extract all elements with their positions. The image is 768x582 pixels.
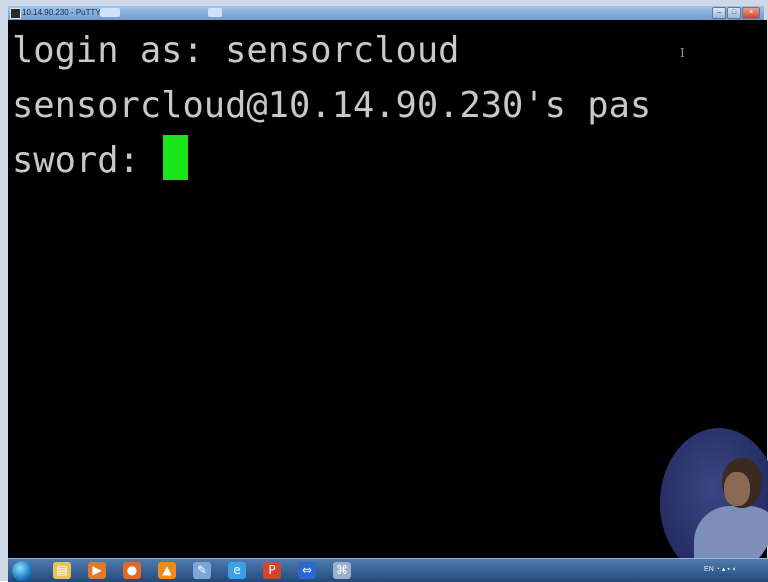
terminal-line: sword:	[12, 140, 162, 181]
firefox-icon[interactable]: ●	[123, 562, 141, 579]
presenter-face	[724, 472, 750, 506]
taskbar: ▤ ▶ ● ▲ ✎ e P ⇔ ⌘ EN ◔ ▴ ▪ ◖	[8, 558, 768, 582]
mouse-ibeam-cursor-icon: I	[680, 46, 685, 60]
terminal-line: sensorcloud@10.14.90.230's pas	[12, 85, 652, 126]
minimize-button[interactable]: –	[712, 7, 726, 19]
window-controls: – □ ×	[712, 7, 760, 19]
putty-app-icon	[10, 8, 21, 19]
teamviewer-icon[interactable]: ⇔	[298, 562, 316, 579]
titlebar-highlight	[100, 8, 120, 17]
close-button[interactable]: ×	[742, 7, 760, 19]
system-tray[interactable]: EN ◔ ▴ ▪ ◖	[704, 565, 736, 573]
screen: 10.14.90.230 - PuTTY – □ × login as: sen…	[0, 0, 768, 582]
media-player-icon[interactable]: ▶	[88, 562, 106, 579]
maximize-button[interactable]: □	[727, 7, 741, 19]
titlebar-highlight	[208, 8, 222, 17]
window-titlebar[interactable]: 10.14.90.230 - PuTTY – □ ×	[8, 6, 764, 21]
internet-explorer-icon[interactable]: e	[228, 562, 246, 579]
paint-icon[interactable]: ✎	[193, 562, 211, 579]
terminal-line-prompt: sword:	[12, 133, 651, 188]
vlc-icon[interactable]: ▲	[158, 562, 176, 579]
terminal-line: login as: sensorcloud	[12, 30, 460, 71]
terminal-cursor	[163, 135, 189, 180]
language-indicator: EN	[704, 566, 714, 573]
webcam-overlay	[660, 428, 768, 578]
window-title: 10.14.90.230 - PuTTY	[22, 8, 101, 17]
powerpoint-icon[interactable]: P	[263, 562, 281, 579]
folder-icon[interactable]: ▤	[53, 562, 71, 579]
terminal-area[interactable]: login as: sensorcloud sensorcloud@10.14.9…	[8, 20, 767, 558]
windows-start-icon[interactable]	[12, 561, 32, 581]
putty-icon[interactable]: ⌘	[333, 562, 351, 579]
terminal-output: login as: sensorcloud sensorcloud@10.14.9…	[12, 23, 651, 188]
